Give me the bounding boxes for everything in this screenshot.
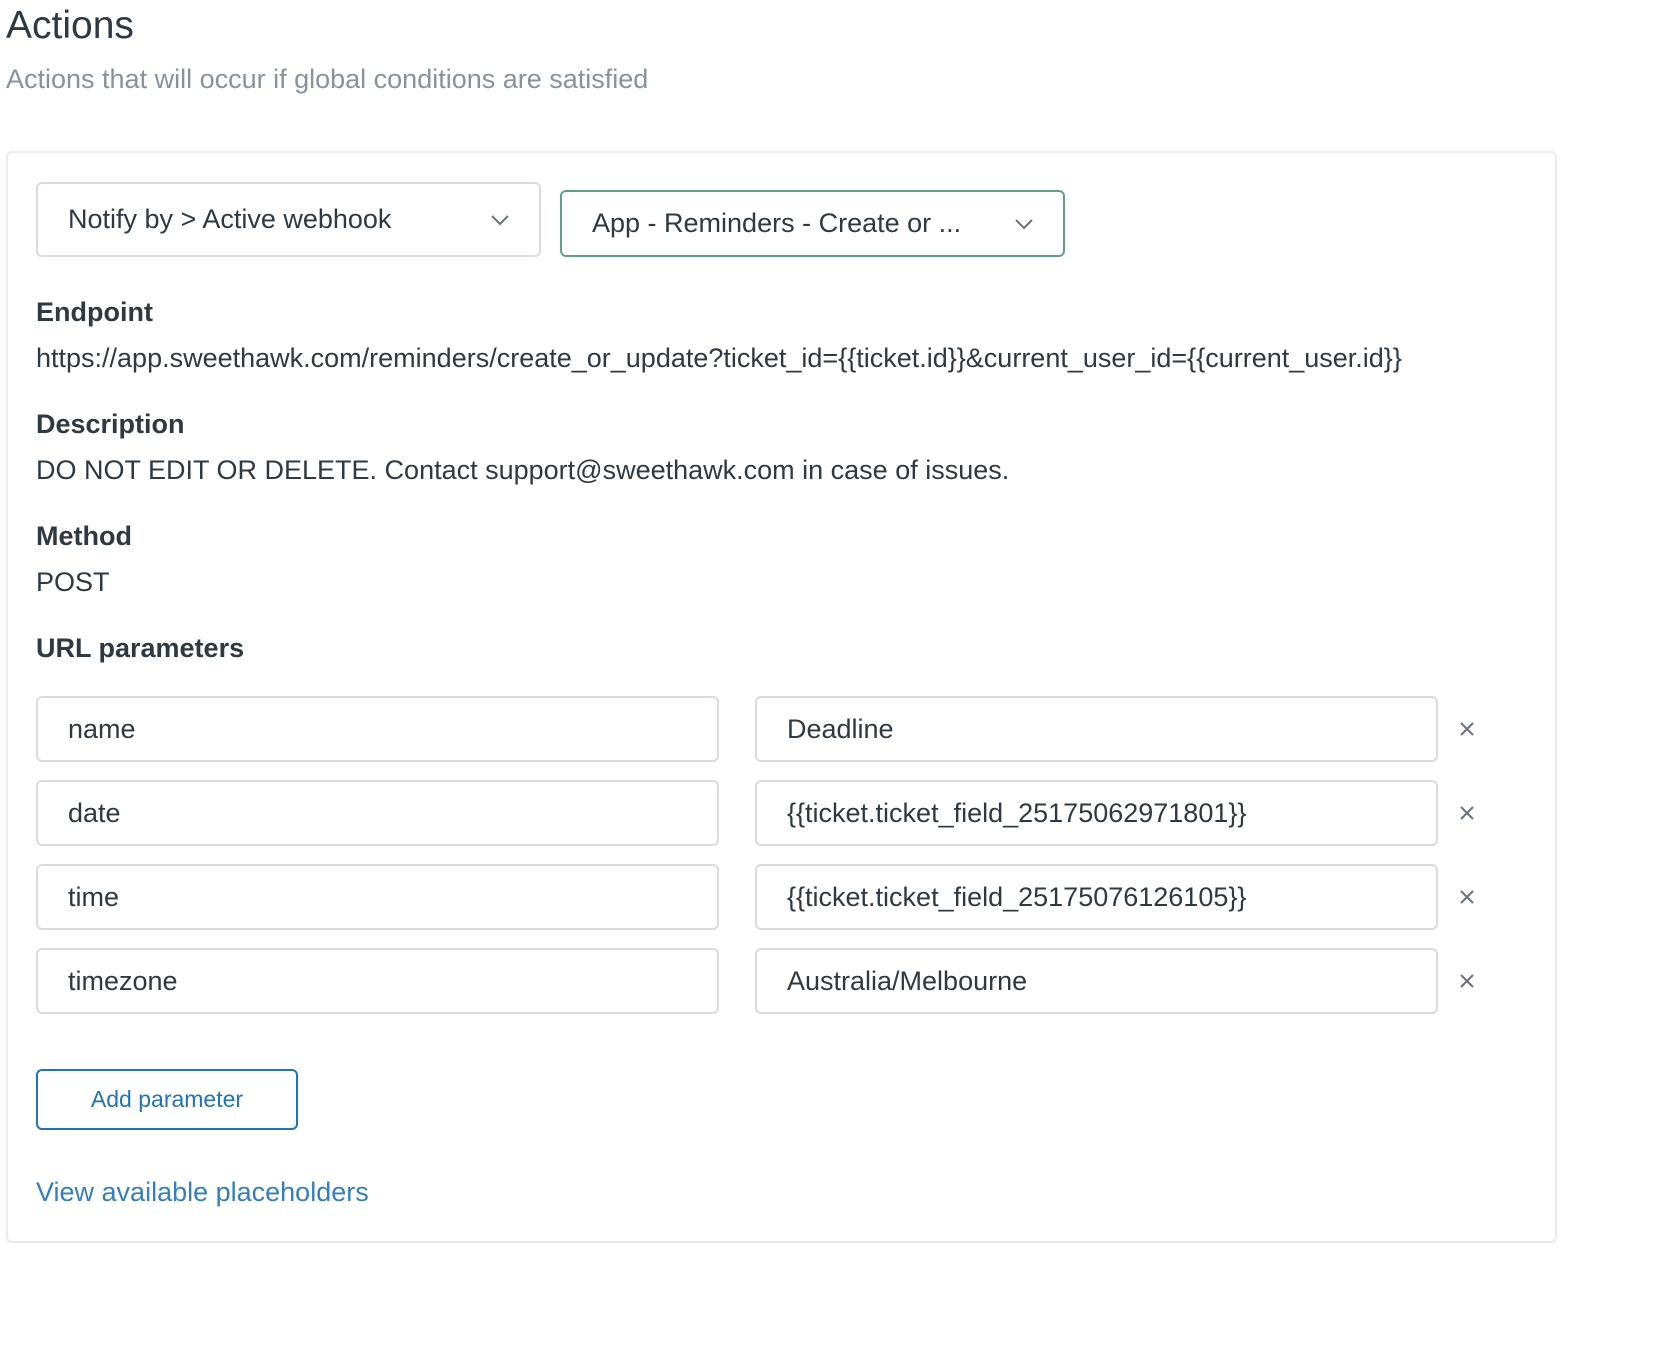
description-value: DO NOT EDIT OR DELETE. Contact support@s… [36,455,1010,485]
parameter-key-input[interactable]: time [36,864,719,930]
parameter-value-input[interactable]: Australia/Melbourne [755,948,1438,1014]
endpoint-value: https://app.sweethawk.com/reminders/crea… [36,343,1402,373]
actions-page: Actions Actions that will occur if globa… [0,0,1678,1346]
url-parameter-row: date {{ticket.ticket_field_2517506297180… [36,780,1506,846]
parameter-value-input[interactable]: Deadline [755,696,1438,762]
url-parameter-row: time {{ticket.ticket_field_2517507612610… [36,864,1506,930]
page-subtitle: Actions that will occur if global condit… [6,64,649,94]
webhook-target-value: App - Reminders - Create or ... [592,208,962,238]
parameter-key-input[interactable]: name [36,696,719,762]
endpoint-label: Endpoint [36,297,153,327]
url-parameter-row: name Deadline [36,696,1506,762]
action-type-select[interactable]: Notify by > Active webhook [36,182,541,257]
parameter-key-input[interactable]: date [36,780,719,846]
description-label: Description [36,409,185,439]
close-icon[interactable] [1454,968,1480,994]
close-icon[interactable] [1454,800,1480,826]
action-type-value: Notify by > Active webhook [68,204,392,234]
parameter-value-input[interactable]: {{ticket.ticket_field_25175062971801}} [755,780,1438,846]
method-value: POST [36,567,110,597]
url-parameters-label: URL parameters [36,633,245,663]
close-icon[interactable] [1454,884,1480,910]
close-icon[interactable] [1454,716,1480,742]
chevron-down-icon [1013,213,1035,235]
parameter-key-input[interactable]: timezone [36,948,719,1014]
add-parameter-button[interactable]: Add parameter [36,1069,298,1130]
webhook-target-select[interactable]: App - Reminders - Create or ... [560,190,1065,257]
parameter-value-input[interactable]: {{ticket.ticket_field_25175076126105}} [755,864,1438,930]
chevron-down-icon [489,209,511,231]
action-panel: Notify by > Active webhook App - Reminde… [6,151,1557,1243]
method-label: Method [36,521,132,551]
view-placeholders-link[interactable]: View available placeholders [36,1177,369,1208]
url-parameter-row: timezone Australia/Melbourne [36,948,1506,1014]
page-title: Actions [6,4,134,47]
